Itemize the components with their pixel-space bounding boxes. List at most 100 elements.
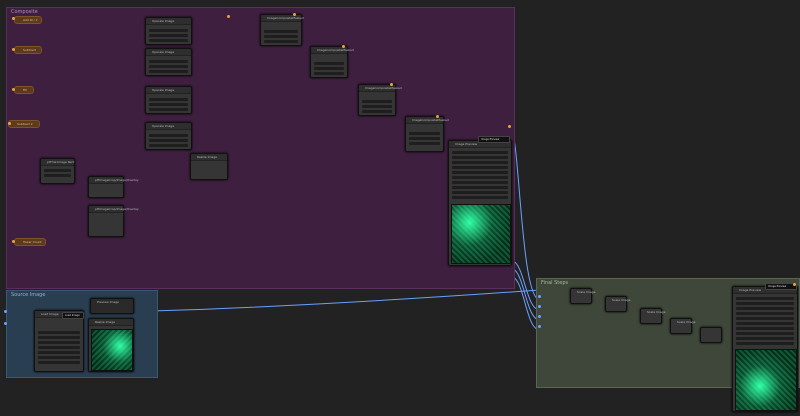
resize-node[interactable]: Resize Image: [190, 153, 228, 180]
field[interactable]: [452, 161, 508, 164]
field[interactable]: [38, 346, 80, 349]
field[interactable]: [149, 134, 188, 137]
input-socket[interactable]: [4, 310, 7, 313]
field[interactable]: [264, 40, 298, 43]
crop-node[interactable]: pHImageCrop/Image/Overlay: [88, 176, 139, 198]
field[interactable]: [38, 336, 80, 339]
final-scale-node[interactable]: Scale Image: [570, 288, 595, 304]
field[interactable]: [149, 144, 188, 147]
output-socket[interactable]: [12, 17, 15, 20]
field[interactable]: [409, 142, 440, 145]
input-socket[interactable]: [538, 315, 541, 318]
field[interactable]: [38, 356, 80, 359]
output-socket[interactable]: [293, 13, 296, 16]
field[interactable]: [452, 196, 508, 199]
field[interactable]: [314, 62, 344, 65]
field[interactable]: [38, 351, 80, 354]
output-socket[interactable]: [12, 88, 15, 91]
field[interactable]: [736, 322, 794, 325]
field[interactable]: [149, 139, 188, 142]
field[interactable]: [314, 72, 344, 75]
upscale-node[interactable]: Upscale Image: [145, 48, 192, 76]
output-socket[interactable]: [390, 83, 393, 86]
field[interactable]: [452, 156, 508, 159]
input-tower-count[interactable]: Tower Count: [14, 238, 46, 246]
output-socket[interactable]: [508, 125, 511, 128]
composite-node[interactable]: ImageCompositeMasked: [310, 46, 354, 78]
composite-node[interactable]: ImageCompositeMasked: [405, 116, 449, 152]
field[interactable]: [736, 337, 794, 340]
input-subtract-2[interactable]: Subtract 2: [8, 120, 40, 128]
output-socket[interactable]: [12, 240, 15, 243]
field[interactable]: [452, 176, 508, 179]
final-scale-node[interactable]: Scale Image: [605, 296, 630, 312]
field[interactable]: [149, 60, 188, 63]
field[interactable]: [149, 39, 188, 42]
field[interactable]: [736, 342, 794, 345]
output-socket[interactable]: [436, 115, 439, 118]
field[interactable]: [736, 327, 794, 330]
upscale-node[interactable]: Upscale Image: [145, 122, 192, 150]
field[interactable]: [452, 151, 508, 154]
field[interactable]: [264, 35, 298, 38]
final-scale-node[interactable]: Scale Image: [670, 318, 696, 334]
preview-final-node[interactable]: Image Preview: [732, 286, 798, 412]
field[interactable]: [452, 181, 508, 184]
field[interactable]: [362, 110, 392, 113]
output-socket[interactable]: [12, 48, 15, 51]
output-socket[interactable]: [793, 283, 796, 286]
input-fill[interactable]: Fill: [14, 86, 34, 94]
field[interactable]: [452, 186, 508, 189]
composite-node[interactable]: ImageCompositeMasked: [358, 84, 402, 116]
field[interactable]: [736, 312, 794, 315]
output-socket[interactable]: [227, 15, 230, 18]
field[interactable]: [44, 174, 71, 177]
crop-node[interactable]: pHImageCrop/Image/Overlay: [88, 205, 139, 237]
final-scale-node[interactable]: [700, 327, 722, 343]
tile-image-node[interactable]: pHTile Image Rect: [40, 158, 75, 184]
load-image-node[interactable]: Load Image: [34, 310, 84, 372]
field[interactable]: [149, 103, 188, 106]
input-socket[interactable]: [538, 325, 541, 328]
composite-node[interactable]: ImageCompositeMasked: [260, 14, 304, 46]
input-socket[interactable]: [4, 322, 7, 325]
node-graph-canvas[interactable]: Composite Source Image Final Steps Add W…: [0, 0, 800, 416]
field[interactable]: [736, 297, 794, 300]
field[interactable]: [38, 331, 80, 334]
field[interactable]: [736, 332, 794, 335]
input-subtract[interactable]: Subtract: [14, 46, 42, 54]
field[interactable]: [38, 361, 80, 364]
output-socket[interactable]: [342, 45, 345, 48]
output-socket[interactable]: [8, 122, 11, 125]
field[interactable]: [44, 169, 71, 172]
input-socket[interactable]: [538, 295, 541, 298]
field[interactable]: [149, 98, 188, 101]
field[interactable]: [38, 341, 80, 344]
upscale-node[interactable]: Upscale Image: [145, 17, 192, 45]
field[interactable]: [736, 307, 794, 310]
field[interactable]: [264, 30, 298, 33]
final-scale-node[interactable]: Scale Image: [640, 308, 665, 324]
input-socket[interactable]: [538, 305, 541, 308]
input-add-w[interactable]: Add W / 2: [14, 16, 42, 24]
upscale-node[interactable]: Upscale Image: [145, 86, 192, 114]
field[interactable]: [149, 29, 188, 32]
field[interactable]: [149, 65, 188, 68]
preview-image-node[interactable]: Preview Image: [90, 298, 134, 314]
preview-composite-node[interactable]: Image Preview: [448, 140, 512, 266]
field[interactable]: [452, 191, 508, 194]
field[interactable]: [452, 166, 508, 169]
field[interactable]: [452, 171, 508, 174]
field[interactable]: [314, 67, 344, 70]
resize-source-node[interactable]: Resize Image: [88, 318, 134, 372]
field[interactable]: [149, 108, 188, 111]
field[interactable]: [149, 70, 188, 73]
field[interactable]: [736, 302, 794, 305]
node-title: Scale Image: [677, 320, 696, 324]
field[interactable]: [149, 34, 188, 37]
field[interactable]: [362, 105, 392, 108]
field[interactable]: [409, 132, 440, 135]
field[interactable]: [736, 317, 794, 320]
field[interactable]: [362, 100, 392, 103]
field[interactable]: [409, 137, 440, 140]
